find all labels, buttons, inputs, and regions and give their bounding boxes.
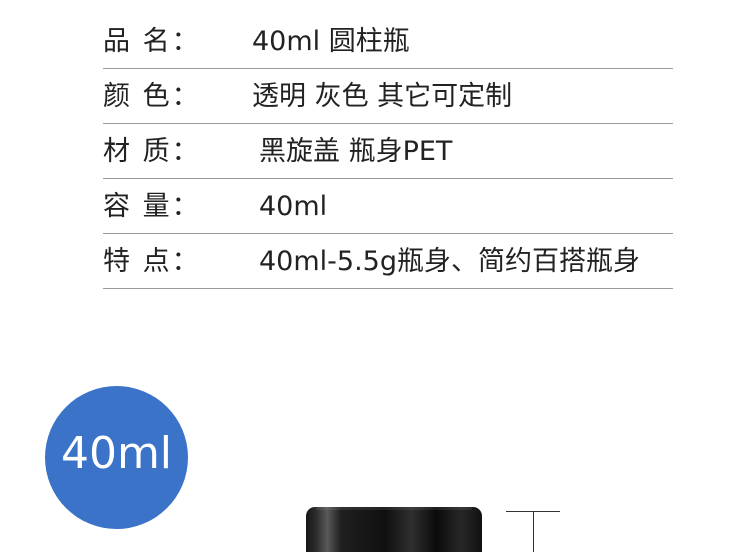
spec-row-features: 特 点： 40ml-5.5g瓶身、简约百搭瓶身 xyxy=(103,234,673,289)
dimension-vertical-line xyxy=(533,511,534,552)
spec-label-material: 材 质： xyxy=(103,136,201,167)
spec-row-product-name: 品 名： 40ml 圆柱瓶 xyxy=(103,14,673,69)
spec-value-capacity: 40ml xyxy=(259,191,328,222)
spec-row-color: 颜 色： 透明 灰色 其它可定制 xyxy=(103,69,673,124)
spec-label-features: 特 点： xyxy=(103,246,201,277)
spec-value-material: 黑旋盖 瓶身PET xyxy=(259,136,453,167)
dimension-marker xyxy=(506,511,560,552)
capacity-badge: 40ml xyxy=(45,386,188,529)
spec-value-color: 透明 灰色 其它可定制 xyxy=(252,81,513,112)
spec-value-features: 40ml-5.5g瓶身、简约百搭瓶身 xyxy=(259,246,640,277)
product-spec-table: 品 名： 40ml 圆柱瓶 颜 色： 透明 灰色 其它可定制 材 质： 黑旋盖 … xyxy=(103,14,673,289)
spec-row-material: 材 质： 黑旋盖 瓶身PET xyxy=(103,124,673,179)
spec-row-capacity: 容 量： 40ml xyxy=(103,179,673,234)
spec-label-color: 颜 色： xyxy=(103,81,201,112)
bottle-cap-image xyxy=(306,507,482,552)
spec-label-product-name: 品 名： xyxy=(103,26,201,57)
capacity-badge-text: 40ml xyxy=(60,427,173,479)
spec-value-product-name: 40ml 圆柱瓶 xyxy=(252,26,410,57)
spec-label-capacity: 容 量： xyxy=(103,191,201,222)
